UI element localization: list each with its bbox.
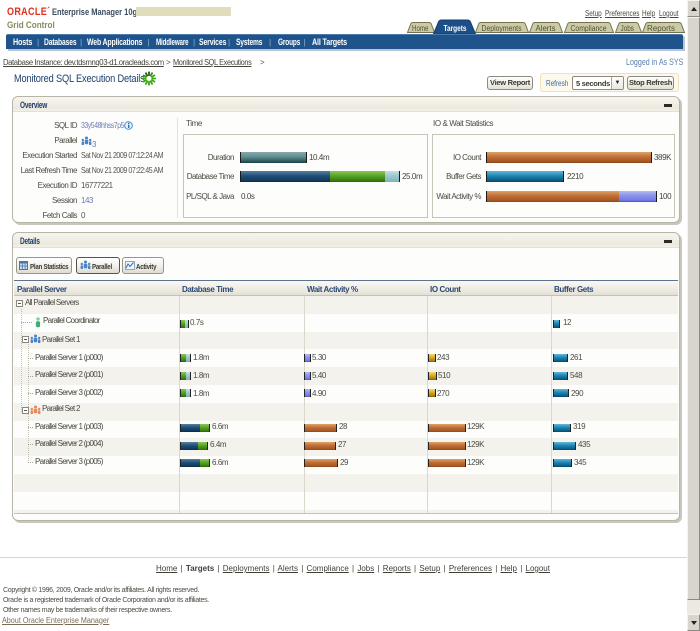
svg-text:Targets: Targets — [444, 23, 467, 33]
svg-text:Compliance: Compliance — [571, 23, 607, 33]
svg-text:Jobs: Jobs — [621, 23, 635, 33]
svg-text:Reports: Reports — [647, 23, 675, 33]
svg-text:Alerts: Alerts — [536, 23, 556, 33]
svg-text:Home: Home — [412, 23, 429, 33]
svg-text:Deployments: Deployments — [482, 23, 522, 33]
